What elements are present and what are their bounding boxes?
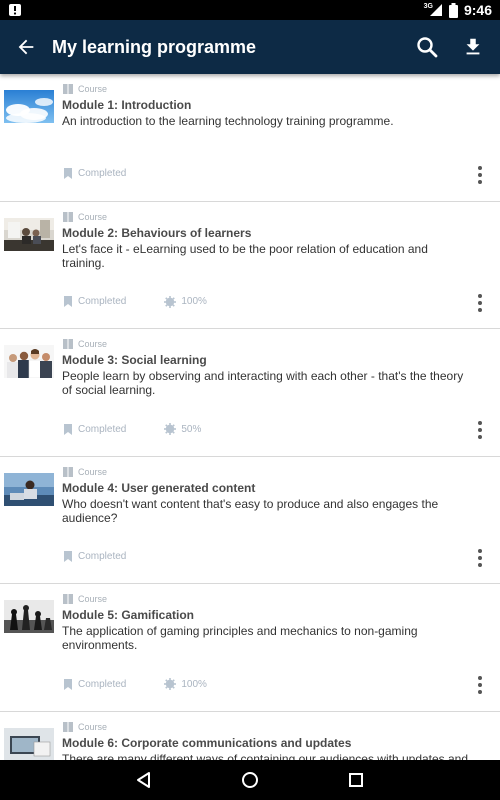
back-button[interactable] (0, 20, 52, 74)
back-triangle-icon (137, 772, 150, 788)
status-label: Completed (78, 296, 127, 307)
module-description: The application of gaming principles and… (62, 624, 418, 652)
module-description: People learn by observing and interactin… (62, 369, 464, 397)
more-options-button[interactable] (476, 548, 484, 567)
nav-home-button[interactable] (197, 760, 303, 800)
module-thumbnail (4, 727, 54, 760)
search-icon (417, 37, 438, 58)
score-badge-icon (164, 295, 177, 308)
list-item[interactable]: Course Module 6: Corporate communication… (0, 712, 500, 761)
content-type-label: Course (78, 721, 108, 732)
module-thumbnail (4, 217, 54, 251)
search-button[interactable] (404, 20, 450, 74)
more-options-button[interactable] (476, 676, 484, 694)
module-description: There are many different ways of contain… (62, 751, 469, 761)
notification-icon (8, 3, 22, 17)
bookmark-icon (64, 678, 72, 690)
score: 50% (164, 423, 201, 435)
module-thumbnail (4, 472, 54, 506)
module-list: Course Module 1: Introduction An introdu… (0, 74, 500, 760)
download-button[interactable] (450, 20, 496, 74)
status-label: Completed (78, 678, 127, 690)
list-item[interactable]: Course Module 2: Behaviours of learners … (0, 202, 500, 329)
content-type-label: Course (78, 339, 108, 349)
module-title[interactable]: Module 4: User generated content (62, 481, 255, 495)
course-book-icon (63, 339, 73, 349)
download-icon (466, 38, 480, 55)
course-book-icon (63, 466, 73, 477)
score-value: 100% (181, 678, 207, 690)
score-badge-icon (164, 423, 177, 435)
recents-square-icon (349, 773, 363, 787)
content-type: Course (63, 466, 108, 477)
score: 100% (164, 295, 207, 308)
module-title[interactable]: Module 1: Introduction (62, 98, 191, 112)
module-status: Completed 100% (63, 295, 207, 308)
bookmark-icon (64, 296, 72, 307)
list-item[interactable]: Course Module 1: Introduction An introdu… (0, 74, 500, 202)
module-title[interactable]: Module 2: Behaviours of learners (62, 226, 251, 240)
status-indicators: 3G 9:46 (424, 0, 492, 20)
content-type: Course (63, 211, 108, 222)
battery-icon (448, 2, 458, 18)
bookmark-icon (64, 550, 72, 562)
module-description: An introduction to the learning technolo… (62, 114, 394, 128)
nav-back-button[interactable] (91, 760, 197, 800)
module-status: Completed (63, 168, 126, 179)
module-thumbnail (4, 345, 54, 378)
content-type: Course (63, 84, 107, 94)
list-item[interactable]: Course Module 3: Social learning People … (0, 329, 500, 457)
home-circle-icon (242, 772, 258, 788)
status-label: Completed (78, 550, 127, 562)
clock: 9:46 (463, 2, 492, 18)
content-type-label: Course (78, 211, 108, 222)
status-label: Completed (78, 168, 127, 179)
module-title[interactable]: Module 5: Gamification (62, 608, 194, 622)
module-status: Completed 100% (63, 678, 207, 690)
module-thumbnail (4, 600, 54, 633)
score-value: 100% (181, 296, 207, 307)
course-book-icon (63, 211, 73, 222)
list-item[interactable]: Course Module 5: Gamification The applic… (0, 584, 500, 712)
bookmark-icon (64, 168, 72, 179)
score: 100% (164, 678, 207, 690)
signal-icon (429, 4, 442, 16)
module-description: Who doesn't want content that's easy to … (62, 496, 439, 525)
module-title[interactable]: Module 6: Corporate communications and u… (62, 736, 351, 750)
module-description: Let's face it - eLearning used to be the… (62, 241, 428, 270)
module-thumbnail (4, 90, 54, 123)
score-badge-icon (164, 678, 177, 690)
course-book-icon (63, 594, 73, 604)
bookmark-icon (64, 423, 72, 435)
course-book-icon (63, 84, 73, 94)
content-type-label: Course (78, 594, 108, 604)
content-type: Course (63, 721, 108, 732)
module-status: Completed 50% (63, 423, 201, 435)
system-nav-bar (0, 760, 500, 800)
more-options-button[interactable] (476, 421, 484, 439)
status-label: Completed (78, 423, 127, 435)
more-options-button[interactable] (476, 166, 484, 184)
module-title[interactable]: Module 3: Social learning (62, 353, 207, 367)
score-value: 50% (181, 423, 202, 435)
module-status: Completed (63, 550, 127, 562)
content-type-label: Course (78, 466, 108, 477)
more-options-button[interactable] (476, 293, 484, 312)
course-book-icon (63, 721, 73, 732)
nav-recents-button[interactable] (303, 760, 409, 800)
app-bar: My learning programme (0, 20, 500, 74)
arrow-back-icon (18, 39, 34, 55)
content-type: Course (63, 594, 107, 604)
status-bar: 3G 9:46 (0, 0, 500, 20)
content-type-label: Course (78, 84, 108, 94)
page-title: My learning programme (52, 36, 257, 57)
list-item[interactable]: Course Module 4: User generated content … (0, 457, 500, 584)
content-type: Course (63, 339, 107, 349)
